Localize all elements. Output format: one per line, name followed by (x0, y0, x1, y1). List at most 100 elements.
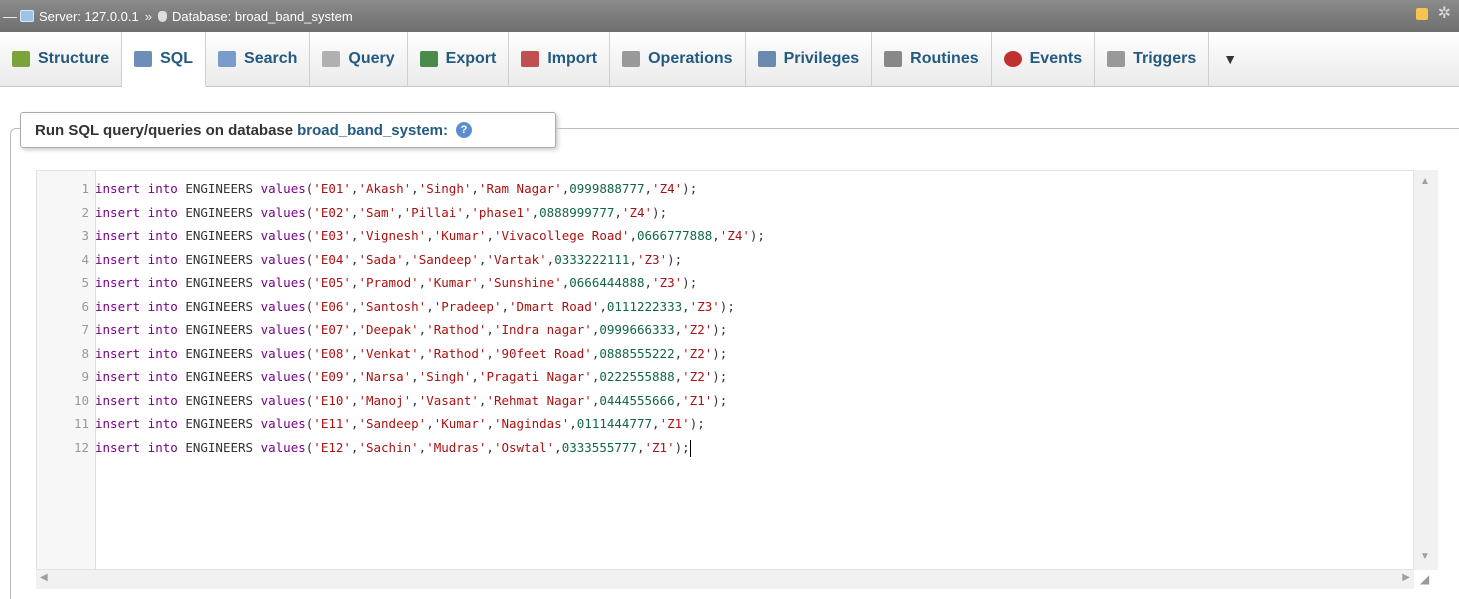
breadcrumb-server[interactable]: Server: 127.0.0.1 (20, 9, 139, 24)
sql-table-name: ENGINEERS (185, 204, 254, 220)
sql-string: Z1 (689, 392, 705, 408)
sql-string: Narsa (365, 369, 404, 384)
help-icon[interactable]: ? (456, 122, 473, 138)
tab-search[interactable]: Search (206, 32, 311, 86)
search-icon (218, 51, 237, 67)
sql-string: Pragati Nagar (486, 369, 585, 384)
sql-keyword: values (260, 298, 306, 314)
tab-import[interactable]: Import (509, 32, 611, 86)
sql-string: E12 (320, 439, 344, 455)
sql-string: 90feet Road (501, 345, 585, 361)
sql-number: 0666777888 (636, 228, 713, 243)
breadcrumb-database-label[interactable]: Database: broad_band_system (172, 9, 353, 24)
tab-routines[interactable]: Routines (872, 32, 992, 86)
tab-label: Export (445, 50, 497, 67)
sql-string: Kumar (433, 275, 472, 290)
horizontal-scrollbar[interactable]: ◀ ▶ (36, 570, 1414, 589)
code-line: 12 insert into ENGINEERS values('E12','Sa… (37, 436, 1407, 460)
sql-string: Z1 (652, 439, 668, 455)
sql-keyword: insert into (95, 345, 178, 361)
sql-number: 0888555222 (599, 345, 675, 361)
sql-string: Sada (365, 251, 397, 267)
sql-keyword: values (260, 392, 306, 408)
sql-keyword: values (260, 251, 306, 267)
sql-string: Pramod (365, 275, 412, 290)
sql-string: E09 (320, 369, 344, 384)
export-icon (419, 51, 438, 67)
breadcrumb-server-label[interactable]: Server: 127.0.0.1 (39, 9, 139, 24)
tab-triggers[interactable]: Triggers (1095, 32, 1210, 86)
sql-table-name: ENGINEERS (185, 251, 254, 267)
sql-number: 0222555888 (599, 369, 675, 384)
sql-string: Deepak (365, 322, 412, 337)
tab-operations[interactable]: Operations (610, 32, 746, 86)
sql-string: Sam (365, 204, 389, 220)
sql-number: 0333222111 (554, 251, 630, 267)
routines-icon (884, 51, 903, 67)
sql-string: E02 (320, 204, 344, 220)
sql-string: Nagindas (501, 416, 562, 431)
sql-string: Ram Nagar (486, 181, 555, 196)
sql-keyword: insert into (95, 181, 178, 196)
sql-keyword: values (260, 416, 306, 431)
tab-label: Events (1029, 50, 1083, 67)
more-tabs-button[interactable]: ▼ (1209, 32, 1251, 86)
database-icon (157, 10, 167, 22)
sql-table-name: ENGINEERS (185, 322, 254, 337)
structure-icon (12, 51, 30, 67)
sql-keyword: insert into (95, 275, 178, 290)
scroll-left-icon[interactable]: ◀ (40, 572, 48, 583)
sql-keyword: insert into (95, 416, 178, 431)
gear-icon[interactable]: ✲ (1438, 6, 1451, 22)
query-icon (322, 51, 341, 67)
code-line: 6 insert into ENGINEERS values('E06','San… (37, 295, 1407, 319)
tab-query[interactable]: Query (310, 32, 408, 86)
resize-grip-icon[interactable]: ◢ (1420, 572, 1429, 586)
sql-string: Z2 (689, 345, 705, 361)
tab-label: Structure (38, 50, 110, 67)
sql-keyword: values (260, 204, 306, 220)
line-number: 11 (73, 416, 89, 431)
sql-keyword: values (260, 439, 306, 455)
line-number: 9 (81, 369, 89, 384)
sql-panel-database-link[interactable]: broad_band_system: (297, 122, 448, 139)
scroll-right-icon[interactable]: ▶ (1402, 572, 1410, 583)
tab-privileges[interactable]: Privileges (746, 32, 873, 86)
tab-export[interactable]: Export (408, 32, 510, 86)
sql-keyword: values (260, 275, 306, 290)
sql-string: Indra nagar (501, 322, 585, 337)
sql-string: E06 (320, 298, 344, 314)
vertical-scrollbar[interactable]: ▲ ▼ (1414, 170, 1438, 570)
sql-string: Z2 (689, 322, 705, 337)
sql-string: Singh (426, 181, 464, 196)
tab-events[interactable]: Events (992, 32, 1096, 86)
sql-keyword: insert into (95, 251, 178, 267)
sql-keyword: values (260, 228, 306, 243)
breadcrumb-database[interactable]: Database: broad_band_system (157, 9, 353, 24)
line-number: 10 (73, 392, 89, 408)
collapse-nav-button[interactable]: — (0, 8, 20, 24)
tab-label: Triggers (1133, 50, 1197, 67)
sql-string: Singh (426, 369, 464, 384)
server-icon (20, 10, 34, 22)
sql-table-name: ENGINEERS (185, 369, 254, 384)
tab-label: Routines (910, 50, 979, 67)
tab-label: Search (244, 50, 298, 67)
sql-code-area[interactable]: 1 insert into ENGINEERS values('E01','Aka… (37, 177, 1407, 459)
lock-icon[interactable] (1415, 8, 1428, 20)
tab-structure[interactable]: Structure (0, 32, 123, 86)
line-number: 7 (81, 322, 89, 337)
sql-number: 0111444777 (576, 416, 653, 431)
sql-string: Vartak (493, 251, 540, 267)
import-icon (521, 51, 540, 67)
line-number: 1 (81, 181, 89, 196)
sql-string: E04 (320, 251, 344, 267)
line-number: 2 (81, 204, 89, 220)
sql-editor[interactable]: 1 insert into ENGINEERS values('E01','Aka… (36, 170, 1414, 570)
scroll-down-icon[interactable]: ▼ (1420, 551, 1430, 562)
sql-keyword: values (260, 181, 306, 196)
tab-sql[interactable]: SQL (122, 32, 207, 87)
sql-table-name: ENGINEERS (185, 275, 254, 290)
scroll-up-icon[interactable]: ▲ (1420, 176, 1430, 187)
sql-string: E11 (320, 416, 344, 431)
